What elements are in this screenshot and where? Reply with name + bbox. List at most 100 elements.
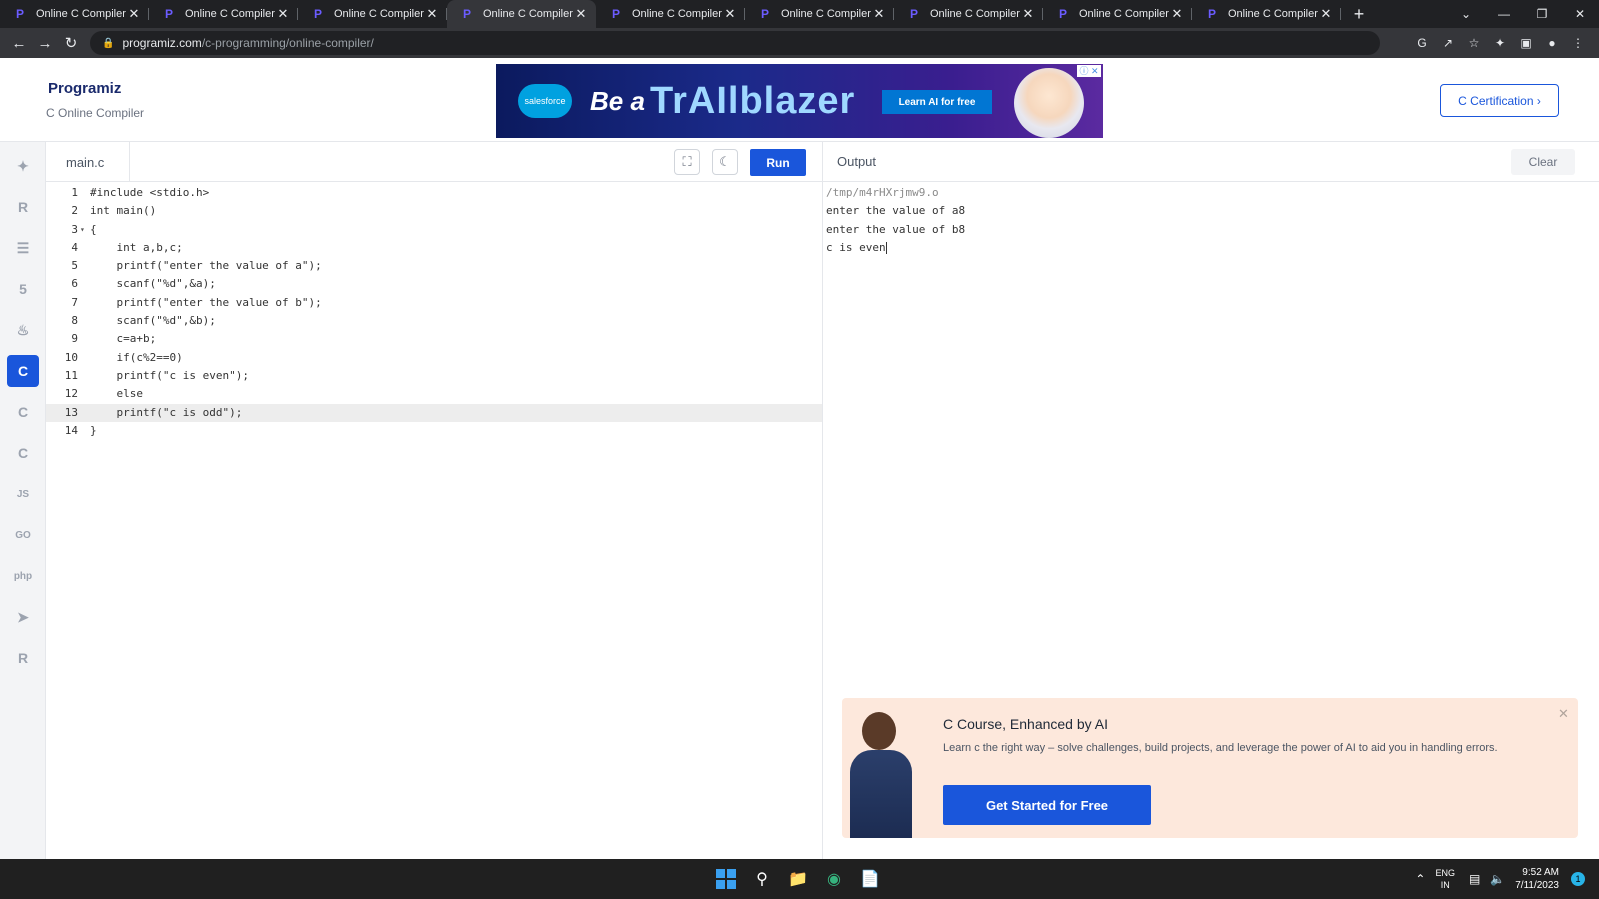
code-line[interactable]: 2 int main() [46, 202, 823, 220]
csharp-icon[interactable]: C [7, 437, 39, 469]
tab-close-icon[interactable]: ✕ [276, 6, 290, 22]
code-line[interactable]: 13 printf("c is odd"); [46, 403, 823, 422]
browser-tab[interactable]: P Online C Compiler ✕ [596, 0, 745, 28]
r-icon[interactable]: R [7, 191, 39, 223]
tab-close-icon[interactable]: ✕ [1021, 6, 1035, 22]
file-tab-main-c[interactable]: main.c [46, 142, 130, 182]
run-button[interactable]: Run [750, 149, 806, 176]
javascript-icon[interactable]: JS [7, 478, 39, 510]
edge-icon[interactable]: ◉ [822, 867, 846, 891]
browser-tab[interactable]: P Online C Compiler ✕ [745, 0, 894, 28]
language-indicator[interactable]: ENG IN [1435, 867, 1455, 891]
tab-search-icon[interactable]: ⌄ [1447, 7, 1485, 21]
network-icon[interactable]: ▤ [1469, 872, 1480, 886]
code-editor[interactable]: 1 #include <stdio.h> 2 int main() 3 ▾{4 int a… [46, 184, 823, 859]
notification-badge[interactable]: 1 [1571, 872, 1585, 886]
java-icon[interactable]: ♨ [7, 314, 39, 346]
browser-tab[interactable]: P Online C Compiler ✕ [447, 0, 596, 28]
html-icon[interactable]: 5 [7, 273, 39, 305]
output-console[interactable]: /tmp/m4rHXrjmw9.o enter the value of a8 en… [826, 184, 1596, 257]
volume-icon[interactable]: 🔈 [1490, 872, 1505, 886]
side-panel-icon[interactable]: ▣ [1513, 36, 1539, 50]
browser-tab[interactable]: P Online C Compiler ✕ [0, 0, 149, 28]
start-icon[interactable] [714, 867, 738, 891]
c-certification-button[interactable]: C Certification › [1440, 84, 1559, 117]
clock[interactable]: 9:52 AM 7/11/2023 [1515, 866, 1559, 892]
notepad-icon[interactable]: 📄 [858, 867, 882, 891]
ad-banner[interactable]: salesforce Be a TrAIlblazer Learn AI for… [496, 64, 1103, 138]
restore-button[interactable]: ❐ [1523, 7, 1561, 21]
browser-tab[interactable]: P Online C Compiler ✕ [894, 0, 1043, 28]
code-text: } [90, 423, 97, 437]
cpp-icon[interactable]: C [7, 396, 39, 428]
output-text: enter the value of b8 [826, 222, 966, 236]
share-icon[interactable]: ↗ [1435, 36, 1461, 50]
search-icon[interactable]: ⚲ [750, 867, 774, 891]
code-text: printf("c is odd"); [90, 405, 243, 419]
lang-bottom: IN [1440, 880, 1450, 890]
extensions-icon[interactable]: ✦ [1487, 36, 1513, 50]
clear-button[interactable]: Clear [1511, 149, 1575, 175]
close-icon[interactable]: ✕ [1558, 706, 1569, 722]
browser-tab[interactable]: P Online C Compiler ✕ [149, 0, 298, 28]
code-line[interactable]: 7 printf("enter the value of b"); [46, 294, 823, 312]
code-line[interactable]: 10 if(c%2==0) [46, 349, 823, 367]
tab-title: Online C Compiler [632, 8, 722, 20]
code-line[interactable]: 6 scanf("%d",&a); [46, 275, 823, 293]
line-number: 10 [64, 350, 78, 364]
tab-close-icon[interactable]: ✕ [127, 6, 141, 22]
rust-icon[interactable]: R [7, 642, 39, 674]
menu-icon[interactable]: ⋮ [1565, 36, 1591, 50]
code-line[interactable]: 1 #include <stdio.h> [46, 184, 823, 202]
c-icon[interactable]: C [7, 355, 39, 387]
code-line[interactable]: 3 ▾{ [46, 221, 823, 239]
browser-tab-strip: P Online C Compiler ✕ P Online C Compiler ✕ P O… [0, 0, 1599, 28]
line-number: 3 [71, 222, 78, 236]
tab-close-icon[interactable]: ✕ [1170, 6, 1184, 22]
fullscreen-icon[interactable]: ⛶ [674, 149, 700, 175]
code-line[interactable]: 4 int a,b,c; [46, 239, 823, 257]
bookmark-star-icon[interactable]: ☆ [1461, 36, 1487, 50]
address-bar[interactable]: 🔒 programiz.com/c-programming/online-com… [90, 31, 1380, 55]
gutter-spacer [78, 422, 88, 440]
get-started-button[interactable]: Get Started for Free [943, 785, 1151, 825]
fold-arrow-icon[interactable]: ▾ [78, 221, 88, 239]
output-line: enter the value of a8 [826, 202, 1596, 220]
minimize-button[interactable]: — [1485, 7, 1523, 21]
code-line[interactable]: 9 c=a+b; [46, 330, 823, 348]
chevron-up-icon[interactable]: ⌃ [1415, 872, 1425, 886]
code-line[interactable]: 5 printf("enter the value of a"); [46, 257, 823, 275]
go-icon[interactable]: GO [7, 519, 39, 551]
file-explorer-icon[interactable]: 📁 [786, 867, 810, 891]
sql-icon[interactable]: ☰ [7, 232, 39, 264]
tab-close-icon[interactable]: ✕ [1319, 6, 1333, 22]
tab-close-icon[interactable]: ✕ [872, 6, 886, 22]
programiz-logo[interactable]: Programiz [48, 80, 121, 97]
tab-close-icon[interactable]: ✕ [574, 6, 588, 22]
tab-title: Online C Compiler [185, 8, 275, 20]
ad-cta-button[interactable]: Learn AI for free [882, 90, 992, 114]
pane-divider[interactable] [822, 142, 823, 859]
google-icon[interactable]: G [1409, 36, 1435, 50]
swift-icon[interactable]: ➤ [7, 601, 39, 633]
forward-icon[interactable]: → [32, 35, 58, 52]
code-line[interactable]: 11 printf("c is even"); [46, 367, 823, 385]
php-icon[interactable]: php [7, 560, 39, 592]
tab-close-icon[interactable]: ✕ [425, 6, 439, 22]
browser-tab[interactable]: P Online C Compiler ✕ [1192, 0, 1341, 28]
tab-close-icon[interactable]: ✕ [723, 6, 737, 22]
code-line[interactable]: 12 else [46, 385, 823, 403]
reload-icon[interactable]: ↻ [58, 34, 84, 52]
new-tab-button[interactable]: + [1347, 4, 1371, 25]
back-icon[interactable]: ← [6, 35, 32, 52]
code-line[interactable]: 8 scanf("%d",&b); [46, 312, 823, 330]
ad-choices-close-icon[interactable]: ⓘ ✕ [1077, 65, 1101, 77]
profile-icon[interactable]: ● [1539, 36, 1565, 50]
dark-mode-icon[interactable]: ☾ [712, 149, 738, 175]
code-line[interactable]: 14} [46, 422, 823, 440]
gutter-spacer [78, 184, 88, 202]
close-window-button[interactable]: ✕ [1561, 7, 1599, 21]
browser-tab[interactable]: P Online C Compiler ✕ [1043, 0, 1192, 28]
python-icon[interactable]: ✦ [7, 150, 39, 182]
browser-tab[interactable]: P Online C Compiler ✕ [298, 0, 447, 28]
